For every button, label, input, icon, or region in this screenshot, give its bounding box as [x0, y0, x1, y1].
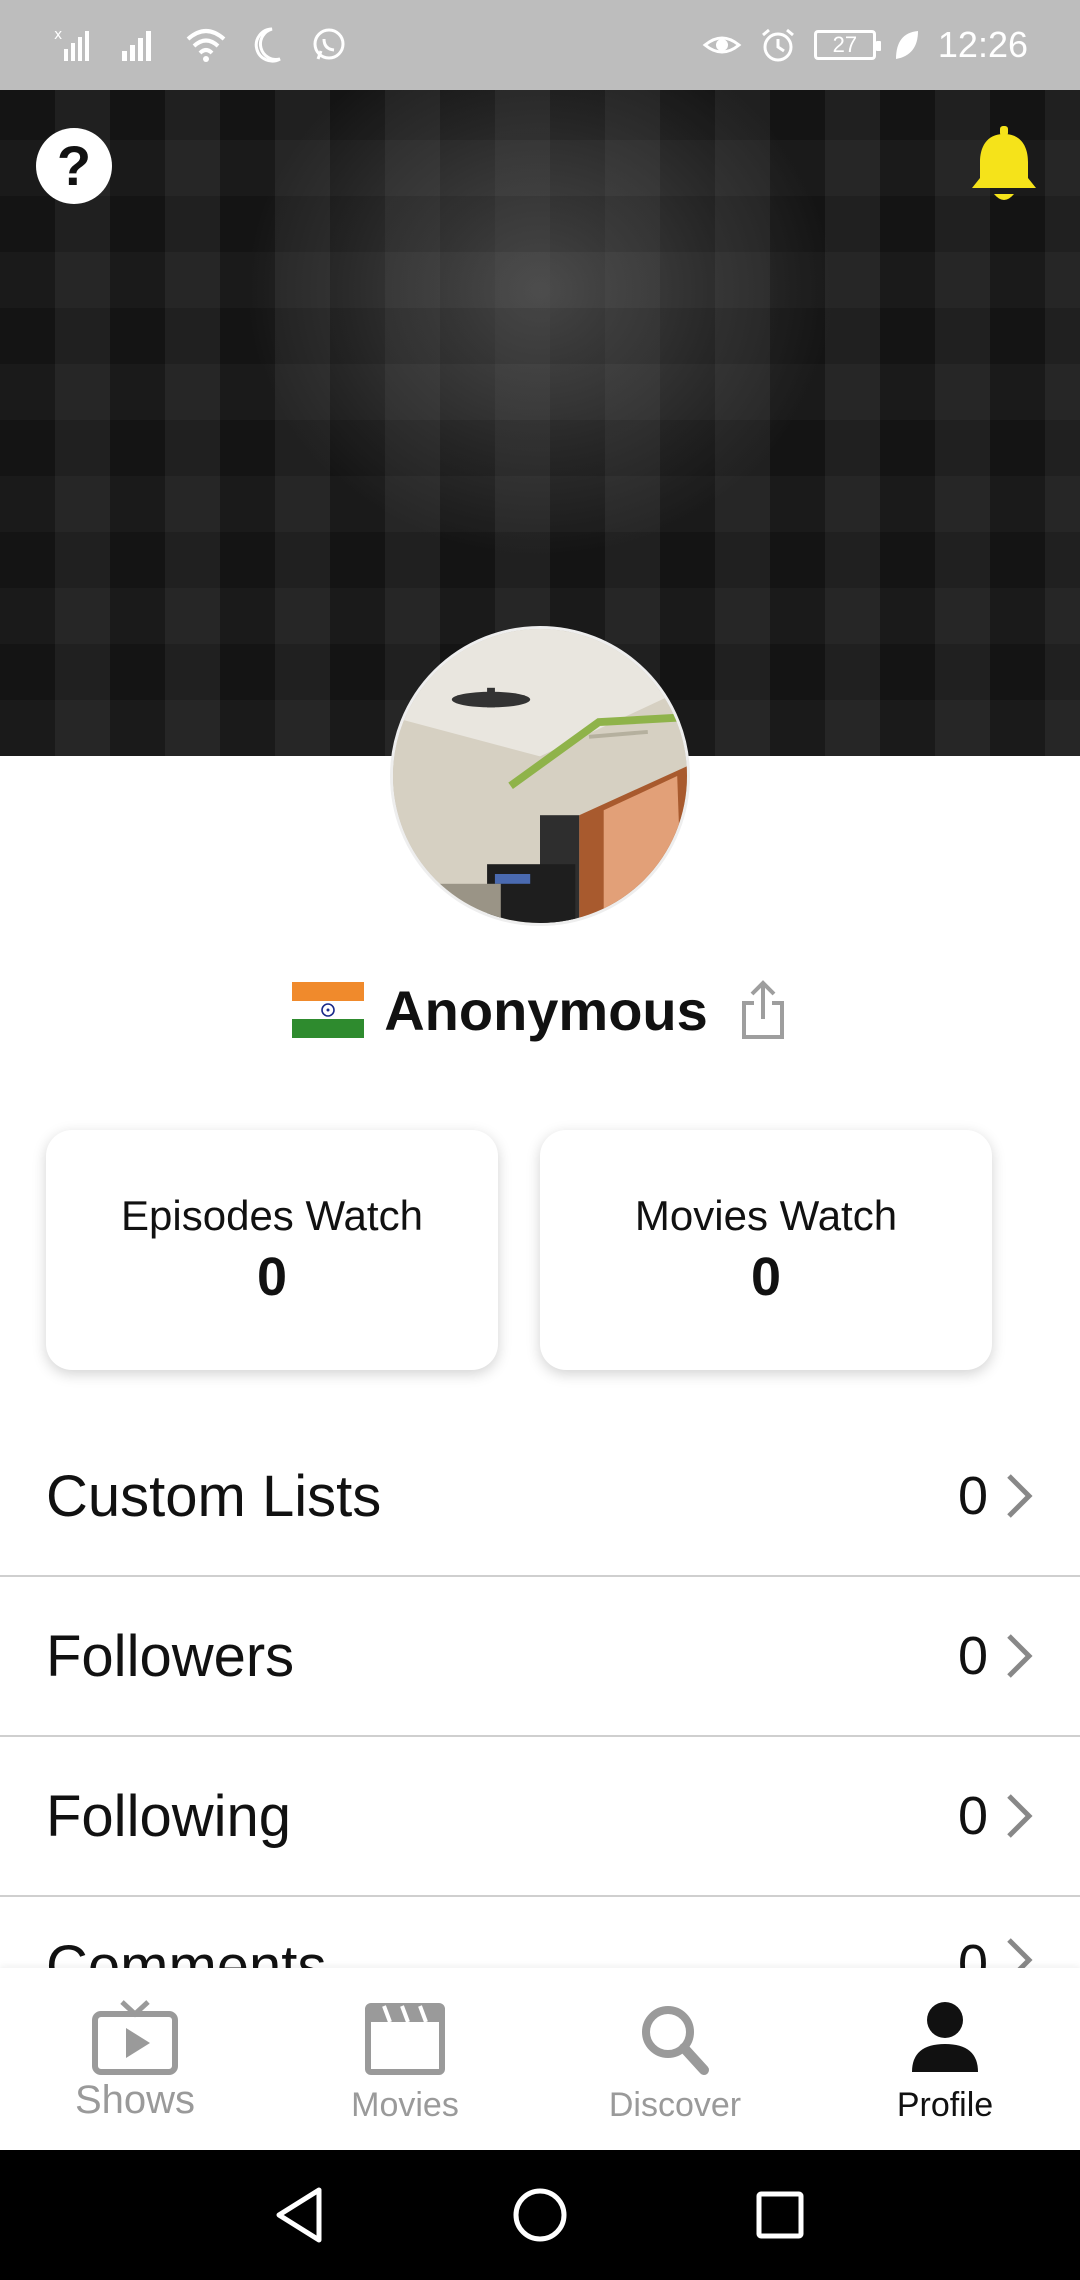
profile-list: Custom Lists 0 Followers 0 Following 0 C… — [0, 1417, 1080, 1977]
nav-discover[interactable]: Discover — [540, 1968, 810, 2150]
list-item-count: 0 — [957, 1786, 988, 1846]
help-button[interactable]: ? — [36, 128, 112, 204]
chevron-right-icon — [1007, 1634, 1033, 1678]
person-icon — [912, 2002, 978, 2072]
status-time: 12:26 — [937, 24, 1028, 65]
nav-label: Discover — [608, 2086, 742, 2124]
nav-movies[interactable]: Movies — [270, 1968, 540, 2150]
back-icon[interactable] — [265, 2180, 335, 2250]
tv-icon — [92, 2000, 178, 2075]
chevron-right-icon — [1007, 1474, 1033, 1518]
movies-watch-title: Movies Watch — [634, 1192, 898, 1239]
status-bar: x 27 12:26 — [0, 0, 1080, 90]
list-item-label: Followers — [46, 1623, 295, 1689]
movies-watch-card[interactable]: Movies Watch 0 — [540, 1130, 992, 1370]
avatar[interactable] — [390, 626, 690, 926]
battery-icon: 27 — [813, 30, 881, 60]
search-icon — [642, 2006, 709, 2075]
bell-icon[interactable] — [964, 124, 1044, 208]
no-sim-icon: x — [54, 27, 89, 61]
system-nav-bar — [0, 2150, 1080, 2280]
list-item-count: 0 — [957, 1466, 988, 1526]
status-right-icons: 27 12:26 — [702, 22, 1028, 68]
wifi-icon — [186, 29, 226, 62]
nav-label: Movies — [351, 2086, 459, 2124]
status-left-icons: x — [52, 22, 348, 68]
list-item-following[interactable]: Following 0 — [0, 1737, 1080, 1897]
svg-text:x: x — [54, 27, 62, 43]
episodes-watch-card[interactable]: Episodes Watch 0 — [46, 1130, 498, 1370]
clapperboard-icon — [365, 2003, 445, 2075]
movies-watch-value: 0 — [750, 1247, 782, 1307]
india-flag-icon — [292, 982, 365, 1039]
episodes-watch-value: 0 — [256, 1247, 288, 1307]
list-item-label: Custom Lists — [46, 1463, 382, 1529]
share-icon[interactable] — [738, 979, 788, 1041]
list-item-followers[interactable]: Followers 0 — [0, 1577, 1080, 1737]
leaf-icon — [895, 31, 918, 59]
nav-shows[interactable]: Shows — [0, 1968, 270, 2150]
battery-level: 27 — [832, 32, 858, 57]
bottom-nav: Shows Movies Discover Profile — [0, 1968, 1080, 2150]
list-item-custom-lists[interactable]: Custom Lists 0 — [0, 1417, 1080, 1577]
episodes-watch-title: Episodes Watch — [121, 1192, 423, 1239]
help-icon: ? — [56, 134, 92, 197]
nav-profile[interactable]: Profile — [810, 1968, 1080, 2150]
eye-comfort-icon — [702, 36, 742, 54]
home-icon[interactable] — [505, 2180, 575, 2250]
signal-icon — [122, 31, 151, 61]
whatsapp-icon — [313, 28, 345, 60]
recents-icon[interactable] — [745, 2180, 815, 2250]
profile-name: Anonymous — [384, 978, 708, 1042]
nav-label: Profile — [896, 2086, 994, 2124]
list-item-label: Following — [46, 1783, 291, 1849]
chevron-right-icon — [1007, 1794, 1033, 1838]
list-item-count: 0 — [957, 1626, 988, 1686]
nav-label: Shows — [74, 2078, 196, 2122]
moon-icon — [254, 27, 281, 63]
profile-name-row: Anonymous — [0, 970, 1080, 1050]
list-item-comments[interactable]: Comments 0 — [0, 1897, 1080, 1977]
alarm-icon — [761, 28, 794, 62]
